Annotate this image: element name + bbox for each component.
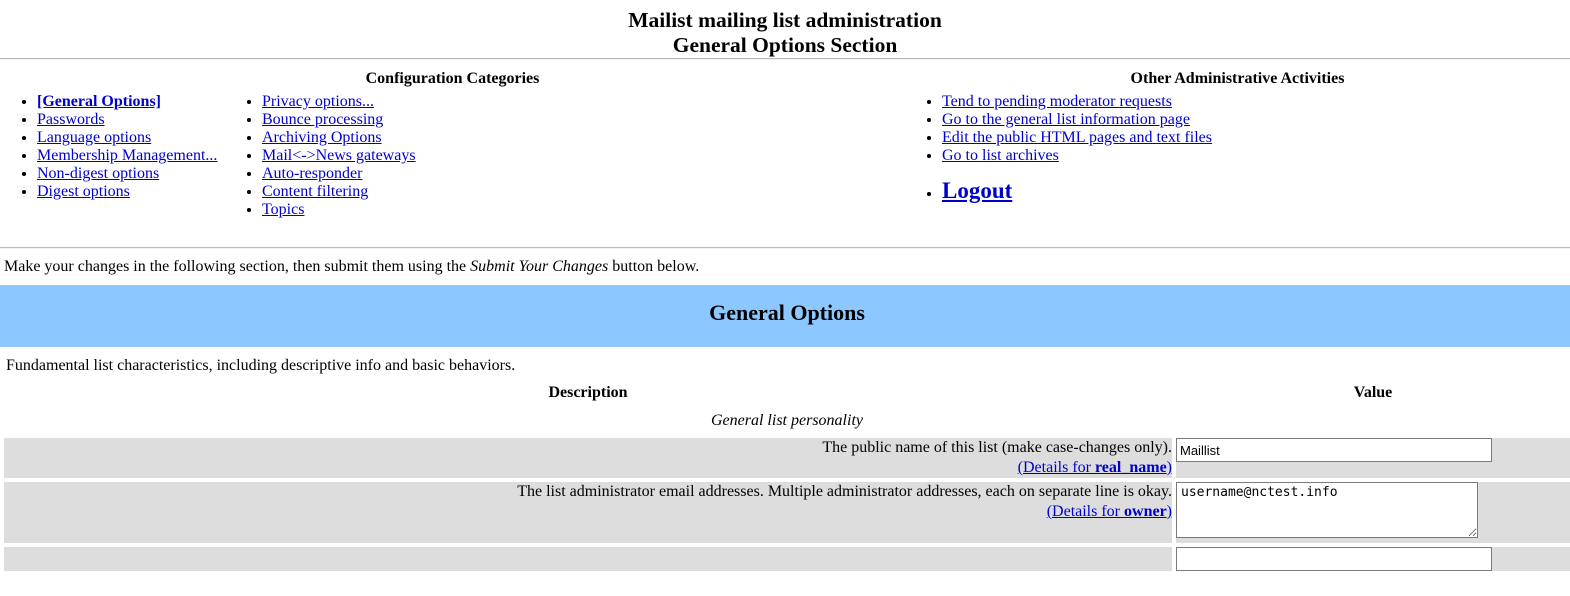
section-banner: General Options (0, 285, 1570, 347)
details-suffix: ) (1166, 503, 1172, 520)
config-category-list-left: [General Options]PasswordsLanguage optio… (37, 93, 225, 201)
other-activity-item[interactable]: Go to the general list information page (942, 111, 1570, 129)
option-details-link[interactable]: (Details for real_name) (1018, 459, 1172, 476)
column-header-description: Description (548, 384, 628, 401)
configuration-categories-heading: Configuration Categories (365, 70, 540, 87)
general-options-table: Description Value General list personali… (0, 380, 1570, 575)
table-header-row: Description Value (4, 384, 1570, 402)
config-category-link[interactable]: Non-digest options (37, 165, 159, 182)
instructions-suffix: button below. (608, 258, 700, 275)
section-description: Fundamental list characteristics, includ… (6, 357, 516, 374)
config-category-link[interactable]: Mail<->News gateways (262, 147, 416, 164)
option-value-cell (1176, 438, 1570, 478)
config-category-item[interactable]: Mail<->News gateways (262, 147, 465, 165)
option-value-cell (1176, 482, 1570, 543)
config-category-item[interactable]: Topics (262, 201, 465, 219)
page-title-line1: Mailist mailing list administration (628, 8, 942, 32)
details-prefix: (Details for (1046, 503, 1125, 520)
config-category-link[interactable]: Privacy options... (262, 93, 374, 110)
column-header-value: Value (1353, 384, 1393, 401)
other-activity-link[interactable]: Edit the public HTML pages and text file… (942, 129, 1212, 146)
navigation-block: Configuration Categories [General Option… (0, 60, 1570, 219)
table-row: The public name of this list (make case-… (4, 438, 1570, 478)
page-title-line2: General Options Section (672, 33, 898, 57)
details-variable-name: owner (1124, 503, 1167, 520)
table-row: The list administrator email addresses. … (4, 482, 1570, 543)
config-category-item[interactable]: Archiving Options (262, 129, 465, 147)
config-category-item[interactable]: Privacy options... (262, 93, 465, 111)
configuration-categories-section: Configuration Categories [General Option… (0, 60, 905, 219)
instructions-emphasis: Submit Your Changes (470, 258, 609, 275)
table-row (4, 547, 1570, 571)
option-description-cell: The public name of this list (make case-… (4, 438, 1172, 478)
other-activities-list: Tend to pending moderator requestsGo to … (942, 93, 1570, 203)
option-input-field[interactable] (1176, 547, 1492, 571)
config-category-link[interactable]: [General Options] (37, 93, 161, 110)
details-variable-name: real_name (1094, 459, 1167, 476)
logout-item[interactable]: Logout (942, 179, 1570, 203)
config-category-column-right: Privacy options...Bounce processingArchi… (225, 93, 465, 219)
config-category-link[interactable]: Language options (37, 129, 151, 146)
other-activity-link[interactable]: Tend to pending moderator requests (942, 93, 1172, 110)
config-category-item[interactable]: Language options (37, 129, 225, 147)
logout-link[interactable]: Logout (942, 178, 1012, 203)
option-value-cell (1176, 547, 1570, 571)
config-category-column-left: [General Options]PasswordsLanguage optio… (0, 93, 225, 219)
option-description-text: The public name of this list (make case-… (822, 439, 1172, 456)
table-subsection-label: General list personality (711, 412, 863, 429)
other-activity-link[interactable]: Go to list archives (942, 147, 1059, 164)
option-description-cell: The list administrator email addresses. … (4, 482, 1172, 543)
option-details-link[interactable]: (Details for owner) (1047, 503, 1172, 520)
details-prefix: (Details for (1017, 459, 1095, 476)
config-category-item[interactable]: Non-digest options (37, 165, 225, 183)
other-activity-link[interactable]: Go to the general list information page (942, 111, 1190, 128)
other-activity-item[interactable]: Go to list archives (942, 147, 1570, 165)
other-activities-section: Other Administrative Activities Tend to … (905, 60, 1570, 203)
details-suffix: ) (1166, 459, 1172, 476)
instructions-prefix: Make your changes in the following secti… (4, 258, 471, 275)
option-input-real_name[interactable] (1176, 438, 1492, 462)
config-category-link[interactable]: Digest options (37, 183, 130, 200)
config-category-item[interactable]: Digest options (37, 183, 225, 201)
option-description-text: The list administrator email addresses. … (517, 483, 1172, 500)
other-activity-item[interactable]: Tend to pending moderator requests (942, 93, 1570, 111)
config-category-link[interactable]: Archiving Options (262, 129, 382, 146)
config-category-link[interactable]: Auto-responder (262, 165, 362, 182)
option-textarea-owner[interactable] (1176, 482, 1478, 538)
config-category-item[interactable]: Membership Management... (37, 147, 225, 165)
instructions-text: Make your changes in the following secti… (0, 249, 1570, 276)
other-activities-heading: Other Administrative Activities (1130, 70, 1345, 87)
config-category-item[interactable]: Content filtering (262, 183, 465, 201)
config-category-item[interactable]: Auto-responder (262, 165, 465, 183)
table-subsection-row: General list personality (4, 406, 1570, 434)
config-category-link[interactable]: Topics (262, 201, 304, 218)
config-category-list-right: Privacy options...Bounce processingArchi… (262, 93, 465, 219)
section-banner-title: General Options (709, 300, 865, 325)
config-category-item[interactable]: Passwords (37, 111, 225, 129)
page-title: Mailist mailing list administration Gene… (0, 0, 1570, 58)
config-category-item[interactable]: Bounce processing (262, 111, 465, 129)
config-category-item[interactable]: [General Options] (37, 93, 225, 111)
option-description-cell (4, 547, 1172, 571)
config-category-link[interactable]: Membership Management... (37, 147, 217, 164)
config-category-link[interactable]: Passwords (37, 111, 105, 128)
other-activity-item[interactable]: Edit the public HTML pages and text file… (942, 129, 1570, 147)
config-category-link[interactable]: Content filtering (262, 183, 368, 200)
config-category-link[interactable]: Bounce processing (262, 111, 383, 128)
